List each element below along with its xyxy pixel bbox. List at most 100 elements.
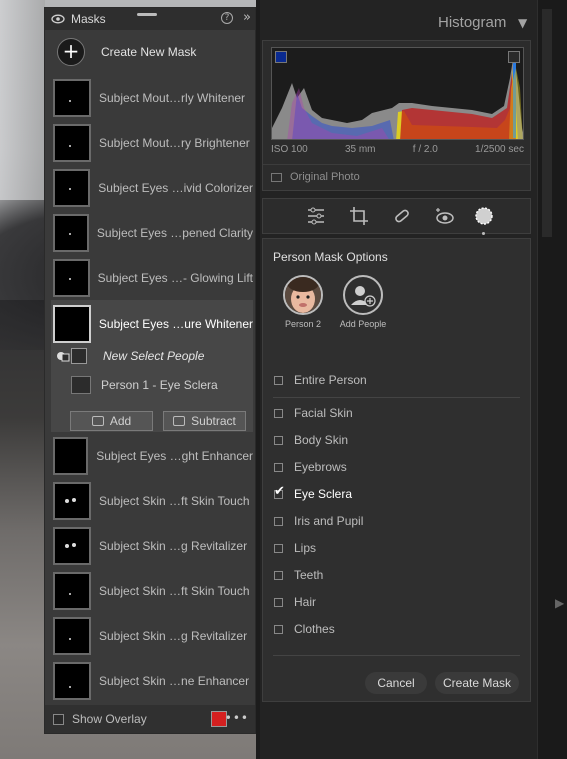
cancel-button[interactable]: Cancel <box>365 672 427 694</box>
masks-title: Masks <box>71 12 106 26</box>
original-photo-checkbox[interactable] <box>271 172 282 182</box>
mask-item-label: Subject Eyes …ivid Colorizer <box>98 181 253 195</box>
mask-thumbnail <box>53 214 89 252</box>
red-eye-icon[interactable] <box>434 205 456 227</box>
mask-thumbnail <box>53 259 90 297</box>
right-edge-strip: ▶ <box>537 0 567 759</box>
mask-item-label: Subject Skin …ft Skin Touch <box>99 584 250 598</box>
visibility-eye-icon[interactable] <box>51 14 65 24</box>
scrollbar[interactable] <box>542 9 552 237</box>
body-skin-label: Body Skin <box>294 433 349 447</box>
add-people-icon <box>343 275 383 315</box>
eyebrows-label: Eyebrows <box>294 460 347 474</box>
histogram-collapse-icon[interactable]: ▼ <box>518 16 527 30</box>
create-new-mask-button[interactable]: + Create New Mask <box>57 38 196 66</box>
mask-item[interactable]: Subject Eyes …ght Enhancer <box>53 436 253 476</box>
show-overlay-label: Show Overlay <box>72 712 147 726</box>
eyebrows-option[interactable]: Eyebrows <box>274 460 347 474</box>
masks-header[interactable]: Masks ? » <box>45 8 255 30</box>
highlight-clipping-icon[interactable] <box>508 51 520 63</box>
mask-component-row[interactable]: New Select People <box>55 348 204 364</box>
person-avatar <box>283 275 323 315</box>
focal-length-value: 35 mm <box>344 144 376 155</box>
crop-icon[interactable] <box>348 205 370 227</box>
masking-icon[interactable] <box>473 205 495 227</box>
divider <box>263 164 530 165</box>
subtract-mask-icon <box>173 416 186 426</box>
mask-item-label: Subject Skin …ft Skin Touch <box>99 494 250 508</box>
original-photo-toggle[interactable]: Original Photo <box>271 171 360 183</box>
body-skin-checkbox[interactable] <box>274 435 283 445</box>
mask-item-selected[interactable]: Subject Eyes …ure Whitener <box>53 304 253 344</box>
mask-item-label: Subject Skin …ne Enhancer <box>99 674 250 688</box>
help-icon[interactable]: ? <box>221 12 233 24</box>
lips-checkbox[interactable] <box>274 543 283 553</box>
checkmark-icon: ✔ <box>274 483 285 499</box>
person-2-button[interactable]: Person 2 <box>273 275 333 329</box>
mask-item-label: Subject Eyes …ght Enhancer <box>96 449 253 463</box>
mask-thumbnail <box>53 572 91 610</box>
histogram-panel: ISO 100 35 mm f / 2.0 1/2500 sec Origina… <box>262 40 531 191</box>
mask-item[interactable]: Subject Eyes …ivid Colorizer <box>53 168 253 208</box>
mask-thumbnail <box>53 662 91 700</box>
person-component-label: Person 1 - Eye Sclera <box>101 378 218 392</box>
hair-checkbox[interactable] <box>274 597 283 607</box>
collapse-panel-icon[interactable]: » <box>243 10 251 25</box>
divider <box>273 655 520 656</box>
eyebrows-checkbox[interactable] <box>274 462 283 472</box>
mask-item[interactable]: Subject Eyes …- Glowing Lift <box>53 258 253 298</box>
selected-mask-group: Subject Eyes …ure Whitener New Select Pe… <box>51 300 253 432</box>
mask-item[interactable]: Subject Mout…ry Brightener <box>53 123 253 163</box>
more-options-icon[interactable]: ••• <box>225 711 249 725</box>
create-mask-button[interactable]: Create Mask <box>435 672 519 694</box>
clothes-option[interactable]: Clothes <box>274 622 335 636</box>
person-component-row[interactable]: Person 1 - Eye Sclera <box>71 376 218 394</box>
histogram-title[interactable]: Histogram <box>438 14 506 31</box>
add-button[interactable]: Add <box>70 411 153 431</box>
edit-sliders-icon[interactable] <box>305 205 327 227</box>
entire-person-checkbox[interactable] <box>274 375 283 385</box>
plus-icon: + <box>57 38 85 66</box>
facial-skin-option[interactable]: Facial Skin <box>274 406 353 420</box>
aperture-value: f / 2.0 <box>412 144 438 155</box>
facial-skin-checkbox[interactable] <box>274 408 283 418</box>
mask-thumbnail <box>53 169 91 207</box>
mask-item-label: Subject Eyes …- Glowing Lift <box>97 271 253 285</box>
original-photo-label: Original Photo <box>290 171 360 183</box>
mask-item[interactable]: Subject Skin …g Revitalizer <box>53 616 253 656</box>
eye-sclera-checkbox[interactable]: ✔ <box>274 484 285 499</box>
drag-handle[interactable] <box>137 13 157 16</box>
teeth-checkbox[interactable] <box>274 570 283 580</box>
mask-item[interactable]: Subject Mout…rly Whitener <box>53 78 253 118</box>
mask-component-label: New Select People <box>103 349 205 363</box>
create-new-mask-label: Create New Mask <box>101 45 197 59</box>
mask-item[interactable]: Subject Skin …ne Enhancer <box>53 661 253 701</box>
mask-item[interactable]: Subject Eyes …pened Clarity <box>53 213 253 253</box>
healing-icon[interactable] <box>391 205 413 227</box>
histogram-plot <box>272 53 523 139</box>
lips-option[interactable]: Lips <box>274 541 316 555</box>
subtract-button[interactable]: Subtract <box>163 411 246 431</box>
mask-item[interactable]: Subject Skin …ft Skin Touch <box>53 481 253 521</box>
show-overlay-checkbox[interactable] <box>53 713 64 725</box>
add-people-button[interactable]: Add People <box>333 275 393 329</box>
add-people-label: Add People <box>339 319 387 329</box>
shadow-clipping-icon[interactable] <box>275 51 287 63</box>
mask-thumbnail <box>53 305 91 343</box>
expand-arrow-icon[interactable]: ▶ <box>555 596 564 610</box>
body-skin-option[interactable]: Body Skin <box>274 433 348 447</box>
app-window: Masks ? » + Create New Mask Subject Mout… <box>0 0 567 759</box>
mask-item[interactable]: Subject Skin …g Revitalizer <box>53 526 253 566</box>
iris-pupil-option[interactable]: Iris and Pupil <box>274 514 363 528</box>
eye-sclera-option[interactable]: ✔ Eye Sclera <box>274 484 352 501</box>
divider <box>273 397 520 398</box>
mask-item[interactable]: Subject Skin …ft Skin Touch <box>53 571 253 611</box>
hair-option[interactable]: Hair <box>274 595 316 609</box>
panel-divider <box>256 0 260 759</box>
teeth-option[interactable]: Teeth <box>274 568 323 582</box>
iris-pupil-checkbox[interactable] <box>274 516 283 526</box>
clothes-checkbox[interactable] <box>274 624 283 634</box>
histogram-graph[interactable] <box>271 47 524 140</box>
iris-pupil-label: Iris and Pupil <box>294 514 364 528</box>
entire-person-option[interactable]: Entire Person <box>274 373 367 387</box>
